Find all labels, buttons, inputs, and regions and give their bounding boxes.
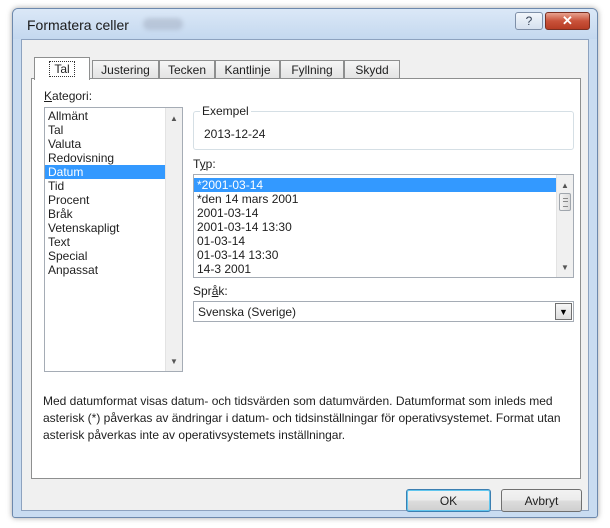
list-item[interactable]: 14-3 2001	[194, 262, 573, 276]
list-item[interactable]: 2001-03-14	[194, 206, 573, 220]
type-list[interactable]: *2001-03-14 *den 14 mars 2001 2001-03-14 20…	[193, 174, 574, 278]
list-item[interactable]: *den 14 mars 2001	[194, 192, 573, 206]
category-scrollbar[interactable]: ▲ ▼	[165, 108, 182, 371]
help-button[interactable]: ?	[515, 12, 543, 30]
scroll-up-icon[interactable]: ▲	[166, 110, 182, 126]
sample-label: Exempel	[200, 104, 251, 118]
tab-alignment[interactable]: Justering	[92, 60, 159, 79]
category-items: Allmänt Tal Valuta Redovisning Datum Tid Proce…	[45, 108, 182, 277]
list-item[interactable]: 01-03-14 13:30	[194, 248, 573, 262]
format-description: Med datumformat visas datum- och tidsvär…	[43, 394, 561, 442]
tab-font[interactable]: Tecken	[159, 60, 215, 79]
scroll-down-icon[interactable]: ▼	[557, 259, 573, 275]
list-item[interactable]: *2001-03-14	[194, 178, 573, 192]
type-scrollbar[interactable]: ▲ ▼	[556, 175, 573, 277]
category-label: Kategori:	[44, 89, 93, 103]
sample-group: Exempel 2013-12-24	[193, 104, 574, 150]
tab-number-label: Tal	[49, 61, 75, 77]
list-item[interactable]: 2001-03-14 13:30	[194, 220, 573, 234]
list-item[interactable]: Anpassat	[45, 263, 182, 277]
tab-protection[interactable]: Skydd	[344, 60, 400, 79]
blurred-title-detail	[143, 18, 183, 30]
chevron-down-icon[interactable]: ▼	[555, 303, 572, 320]
language-value: Svenska (Sverige)	[198, 305, 297, 319]
language-select[interactable]: Svenska (Sverige) ▼	[193, 301, 574, 322]
language-label: Språk:	[193, 284, 228, 298]
list-item[interactable]: 01-03-14	[194, 234, 573, 248]
format-cells-dialog: Formatera celler ? ✕ Tal Justering Tecke…	[12, 8, 598, 518]
list-item[interactable]: Allmänt	[45, 109, 182, 123]
list-item[interactable]: Datum	[45, 165, 182, 179]
list-item[interactable]: Tal	[45, 123, 182, 137]
cancel-button[interactable]: Avbryt	[501, 489, 582, 512]
tab-fill[interactable]: Fyllning	[280, 60, 344, 79]
tab-border[interactable]: Kantlinje	[215, 60, 280, 79]
close-button[interactable]: ✕	[545, 12, 590, 30]
sample-value: 2013-12-24	[204, 127, 266, 141]
type-label: Typ:	[193, 157, 216, 171]
scroll-up-icon[interactable]: ▲	[557, 177, 573, 193]
tab-number[interactable]: Tal	[34, 57, 90, 80]
title-bar[interactable]: Formatera celler ? ✕	[13, 9, 597, 39]
list-item[interactable]: Special	[45, 249, 182, 263]
list-item[interactable]: Redovisning	[45, 151, 182, 165]
ok-button[interactable]: OK	[406, 489, 491, 512]
list-item[interactable]: Tid	[45, 179, 182, 193]
list-item[interactable]: Bråk	[45, 207, 182, 221]
list-item[interactable]: Text	[45, 235, 182, 249]
dialog-title: Formatera celler	[27, 17, 129, 33]
list-item[interactable]: Vetenskapligt	[45, 221, 182, 235]
list-item[interactable]: Procent	[45, 193, 182, 207]
scroll-thumb[interactable]	[559, 193, 571, 211]
type-items: *2001-03-14 *den 14 mars 2001 2001-03-14 20…	[194, 175, 573, 276]
dialog-body: Tal Justering Tecken Kantlinje Fyllning …	[21, 39, 589, 512]
list-item[interactable]: Valuta	[45, 137, 182, 151]
category-list[interactable]: Allmänt Tal Valuta Redovisning Datum Tid Proce…	[44, 107, 183, 372]
tab-panel-number: Kategori: Allmänt Tal Valuta Redovisning Dat…	[31, 78, 581, 479]
scroll-down-icon[interactable]: ▼	[166, 353, 182, 369]
